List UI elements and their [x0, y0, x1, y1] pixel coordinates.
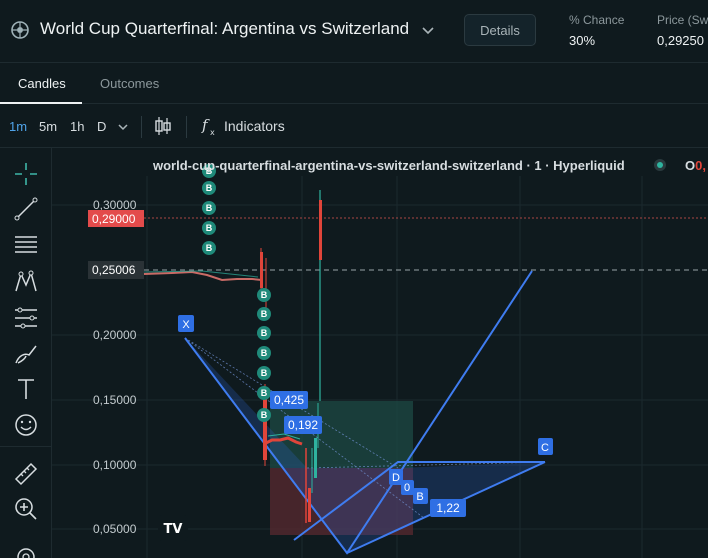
chevron-down-icon[interactable]: [420, 22, 436, 38]
svg-text:x: x: [210, 128, 215, 137]
status-dot-inner: [657, 162, 663, 168]
chance-stat: % Chance 30%: [569, 13, 624, 48]
ruler-icon[interactable]: [13, 461, 39, 487]
ratio-tag-label: 0,425: [274, 393, 304, 407]
chance-label: % Chance: [569, 13, 625, 27]
details-button[interactable]: Details: [464, 14, 536, 46]
svg-text:f: f: [201, 116, 210, 134]
timeframe-1m[interactable]: 1m: [9, 119, 27, 134]
svg-text:B: B: [261, 290, 268, 300]
pattern-point-x-label: X: [182, 319, 190, 331]
ratio-tag-label: 1,22: [436, 501, 460, 515]
function-icon[interactable]: f x: [199, 115, 221, 137]
chart-canvas[interactable]: 0,30000 0,20000 0,15000 0,10000 0,05000 …: [52, 148, 708, 558]
candle-type-icon[interactable]: [153, 115, 173, 137]
svg-text:B: B: [261, 309, 268, 319]
tradingview-logo-text: TV: [164, 522, 183, 537]
ohlc-readout: O0,: [685, 158, 706, 173]
drawing-toolbar: [0, 148, 52, 558]
ohlc-value: 0,: [695, 158, 706, 173]
header: World Cup Quarterfinal: Argentina vs Swi…: [0, 0, 708, 62]
market-title: World Cup Quarterfinal: Argentina vs Swi…: [40, 19, 410, 38]
chart-toolbar: 1m 5m 1h D f x Indicators: [0, 104, 708, 148]
axis-label: 0,05000: [93, 522, 137, 536]
text-icon[interactable]: [13, 376, 39, 402]
pattern-point-c-label: C: [541, 442, 549, 454]
magnet-icon[interactable]: [13, 544, 39, 558]
svg-text:B: B: [261, 388, 268, 398]
svg-text:B: B: [261, 328, 268, 338]
axis-label: 0,20000: [93, 328, 137, 342]
svg-text:B: B: [261, 410, 268, 420]
zoom-in-icon[interactable]: [13, 496, 39, 522]
svg-text:B: B: [261, 348, 268, 358]
pattern-icon[interactable]: [13, 269, 39, 295]
pattern-point-0-label: 0: [404, 482, 410, 494]
chart-legend-title: world-cup-quarterfinal-argentina-vs-swit…: [153, 158, 625, 173]
trendline-icon[interactable]: [13, 196, 39, 222]
tools-divider: [0, 446, 52, 447]
timeframe-5m[interactable]: 5m: [39, 119, 57, 134]
tab-candles[interactable]: Candles: [18, 76, 66, 91]
ohlc-prefix: O: [685, 158, 696, 173]
price-value: 0,29250: [657, 33, 704, 48]
pattern-point-d-label: D: [392, 472, 400, 484]
price-chart[interactable]: 0,30000 0,20000 0,15000 0,10000 0,05000 …: [52, 148, 708, 558]
projection-icon[interactable]: [13, 305, 39, 331]
svg-text:B: B: [206, 203, 213, 213]
timeframe-chevron-icon[interactable]: [116, 120, 130, 134]
crosshair-price-text: 0,25006: [92, 263, 136, 277]
market-logo-icon: [11, 21, 29, 39]
axis-label: 0,10000: [93, 458, 137, 472]
svg-text:B: B: [206, 223, 213, 233]
timeframe-1h[interactable]: 1h: [70, 119, 84, 134]
buy-markers: B B B B B B B B B B B B: [202, 164, 271, 422]
price-label: Price (Sw: [657, 13, 708, 27]
view-tabs: Candles Outcomes: [0, 62, 708, 104]
svg-text:B: B: [206, 243, 213, 253]
axis-label: 0,15000: [93, 393, 137, 407]
chance-value: 30%: [569, 33, 596, 48]
ratio-tag-label: 0,192: [288, 418, 318, 432]
indicators-button[interactable]: Indicators: [224, 118, 285, 134]
tab-outcomes[interactable]: Outcomes: [100, 76, 159, 91]
axis-label: 0,30000: [93, 198, 137, 212]
emoji-icon[interactable]: [13, 412, 39, 438]
toolbar-divider: [141, 116, 142, 138]
pattern-point-b-label: B: [416, 491, 423, 503]
price-stat: Price (Sw 0,29250: [657, 13, 708, 48]
brush-icon[interactable]: [13, 341, 39, 367]
svg-text:B: B: [206, 183, 213, 193]
fib-icon[interactable]: [13, 232, 39, 258]
crosshair-icon[interactable]: [13, 161, 39, 187]
toolbar-divider: [186, 116, 187, 138]
timeframe-d[interactable]: D: [97, 119, 106, 134]
svg-text:B: B: [261, 368, 268, 378]
last-price-text: 0,29000: [92, 212, 136, 226]
